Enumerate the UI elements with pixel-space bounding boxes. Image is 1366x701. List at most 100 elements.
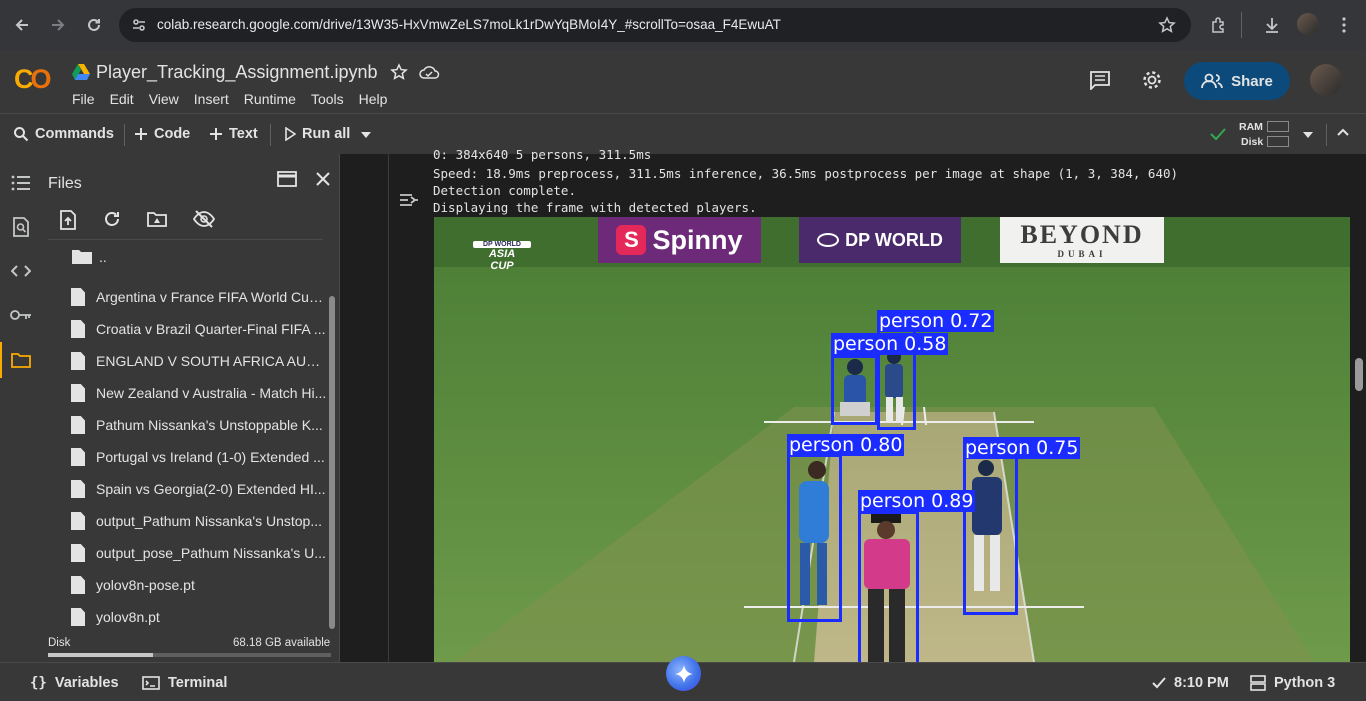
run-options-chevron-icon[interactable]: [361, 132, 371, 138]
kernel-status[interactable]: Python 3: [1250, 675, 1335, 691]
site-info-icon[interactable]: [131, 17, 147, 33]
run-all-button[interactable]: Run all: [284, 126, 350, 142]
files-folder-icon[interactable]: [9, 348, 33, 372]
terminal-button[interactable]: Terminal: [142, 675, 227, 691]
file-row[interactable]: yolov8n.pt: [71, 601, 331, 633]
settings-gear-icon[interactable]: [1141, 69, 1163, 91]
variables-button[interactable]: {} Variables: [30, 675, 119, 691]
colab-header: CO Player_Tracking_Assignment.ipynb File…: [0, 50, 1366, 113]
file-name: Croatia v Brazil Quarter-Final FIFA ...: [96, 321, 326, 337]
left-icon-rail: [0, 154, 41, 662]
detection-label: person 0.72: [877, 310, 995, 332]
file-name: Portugal vs Ireland (1-0) Extended ...: [96, 449, 325, 465]
menu-edit[interactable]: Edit: [110, 91, 134, 107]
file-icon: [71, 480, 85, 498]
detection-label: person 0.89: [858, 490, 976, 512]
detection-frame-image: S Spinny DP WORLD BEYOND DUBAI DP WORLD …: [434, 217, 1350, 662]
file-row[interactable]: yolov8n-pose.pt: [71, 569, 331, 601]
menu-help[interactable]: Help: [359, 91, 388, 107]
connected-check-icon: [1210, 127, 1226, 141]
file-row[interactable]: output_Pathum Nissanka's Unstop...: [71, 505, 331, 537]
menu-tools[interactable]: Tools: [311, 91, 344, 107]
file-row[interactable]: Pathum Nissanka's Unstoppable K...: [71, 409, 331, 441]
add-code-button[interactable]: Code: [134, 126, 190, 142]
url-text[interactable]: colab.research.google.com/drive/13W35-Hx…: [157, 17, 781, 32]
address-bar[interactable]: colab.research.google.com/drive/13W35-Hx…: [119, 8, 1191, 42]
run-all-label: Run all: [302, 126, 351, 142]
comments-icon[interactable]: [1089, 70, 1111, 90]
chrome-menu-icon[interactable]: [1331, 12, 1357, 38]
menu-file[interactable]: File: [72, 91, 95, 107]
disk-meter: [1267, 136, 1289, 147]
share-button[interactable]: Share: [1184, 62, 1290, 100]
file-name: New Zealand v Australia - Match Hi...: [96, 385, 327, 401]
refresh-icon[interactable]: [103, 210, 121, 228]
file-row[interactable]: ENGLAND V SOUTH AFRICA AUTU...: [71, 345, 331, 377]
file-name: Argentina v France FIFA World Cup...: [96, 289, 328, 305]
secrets-key-icon[interactable]: [9, 303, 33, 327]
upload-file-icon[interactable]: [59, 210, 77, 230]
file-name: yolov8n-pose.pt: [96, 577, 195, 593]
ram-label: RAM: [1239, 121, 1263, 133]
disk-label: Disk: [1241, 136, 1264, 148]
commands-button[interactable]: Commands: [13, 126, 114, 142]
file-icon: [71, 416, 85, 434]
files-divider: [48, 239, 323, 240]
file-row[interactable]: Spain vs Georgia(2-0) Extended HI...: [71, 473, 331, 505]
find-replace-icon[interactable]: [9, 215, 33, 239]
file-icon: [71, 384, 85, 402]
reload-icon[interactable]: [81, 12, 107, 38]
notebook-scrollbar[interactable]: [1355, 358, 1363, 391]
colab-logo[interactable]: CO: [14, 64, 52, 95]
menu-runtime[interactable]: Runtime: [244, 91, 296, 107]
back-icon[interactable]: [9, 12, 35, 38]
profile-avatar[interactable]: [1297, 13, 1319, 35]
file-icon: [71, 512, 85, 530]
account-avatar[interactable]: [1310, 64, 1342, 96]
file-row[interactable]: Argentina v France FIFA World Cup...: [71, 281, 331, 313]
bookmark-star-icon[interactable]: [1158, 16, 1176, 34]
menu-view[interactable]: View: [149, 91, 179, 107]
extensions-icon[interactable]: [1206, 12, 1232, 38]
file-icon: [71, 448, 85, 466]
open-in-tab-icon[interactable]: [277, 171, 297, 187]
execution-time-status[interactable]: 8:10 PM: [1152, 675, 1229, 691]
file-name: output_Pathum Nissanka's Unstop...: [96, 513, 323, 529]
star-icon[interactable]: [390, 63, 408, 81]
file-icon: [71, 608, 85, 626]
braces-icon: {}: [30, 675, 47, 691]
people-icon: [1201, 73, 1224, 89]
collapse-chevron-up-icon[interactable]: [1337, 128, 1349, 136]
folder-icon: [72, 250, 92, 264]
file-icon: [71, 320, 85, 338]
forward-icon[interactable]: [45, 12, 71, 38]
file-name: ..: [99, 249, 107, 265]
download-icon[interactable]: [1259, 12, 1285, 38]
detection-label: person 0.58: [831, 333, 949, 355]
cloud-saved-icon[interactable]: [418, 63, 440, 81]
execution-time: 8:10 PM: [1174, 675, 1229, 691]
file-row[interactable]: output_pose_Pathum Nissanka's U...: [71, 537, 331, 569]
detection-box: [787, 454, 842, 622]
cell-gutter: [388, 154, 389, 662]
mount-drive-icon[interactable]: [147, 211, 167, 227]
close-icon[interactable]: [315, 171, 331, 187]
gemini-sparkle-button[interactable]: [666, 656, 701, 691]
file-row[interactable]: New Zealand v Australia - Match Hi...: [71, 377, 331, 409]
notebook-title[interactable]: Player_Tracking_Assignment.ipynb: [96, 62, 377, 83]
resources-chevron-icon[interactable]: [1303, 132, 1313, 138]
menu-bar: File Edit View Insert Runtime Tools Help: [72, 91, 402, 107]
table-of-contents-icon[interactable]: [9, 171, 33, 195]
file-row[interactable]: Portugal vs Ireland (1-0) Extended ...: [71, 441, 331, 473]
file-row-parent[interactable]: ..: [71, 241, 331, 273]
hide-files-eye-off-icon[interactable]: [193, 210, 215, 228]
output-actions-icon[interactable]: [399, 192, 419, 208]
code-label: Code: [154, 126, 191, 142]
code-snippets-icon[interactable]: [9, 259, 33, 283]
menu-insert[interactable]: Insert: [194, 91, 229, 107]
check-icon: [1152, 677, 1166, 689]
add-text-button[interactable]: Text: [209, 126, 258, 142]
detection-box: [963, 455, 1018, 615]
file-row[interactable]: Croatia v Brazil Quarter-Final FIFA ...: [71, 313, 331, 345]
files-scrollbar[interactable]: [329, 296, 335, 629]
